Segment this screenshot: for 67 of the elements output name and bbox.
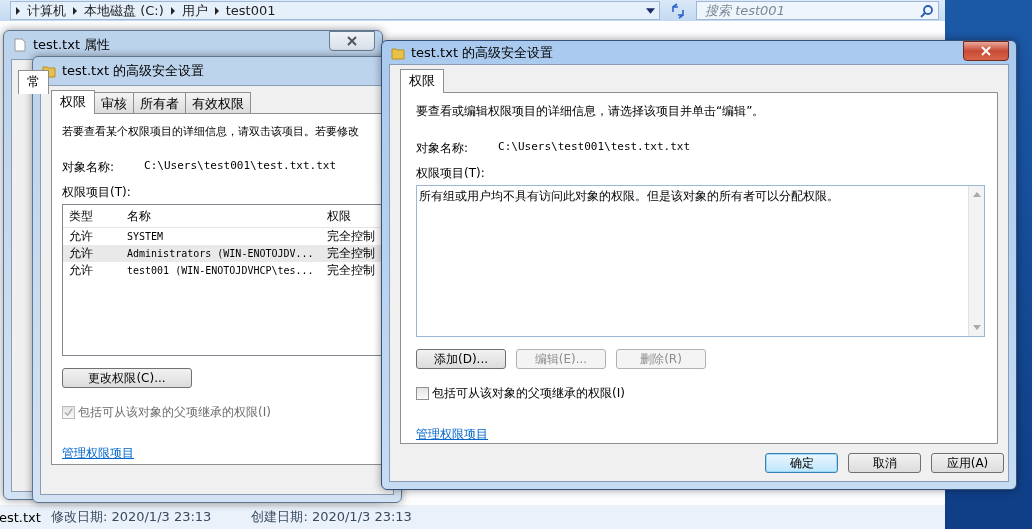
object-path: C:\Users\test001\test.txt.txt bbox=[498, 140, 691, 155]
chevron-icon bbox=[15, 6, 21, 15]
tab[interactable]: 所有者 bbox=[133, 92, 186, 113]
created-date: 创建日期: 2020/1/3 23:13 bbox=[251, 508, 412, 526]
object-path: C:\Users\test001\test.txt.txt bbox=[144, 159, 337, 174]
chevron-icon bbox=[213, 6, 220, 15]
object-name-label: 对象名称: bbox=[416, 140, 469, 157]
table-cell-text: Administrators (WIN-ENOTOJDV... bbox=[127, 248, 315, 259]
table-cell-text: 允许 bbox=[68, 262, 94, 279]
dropdown-icon[interactable] bbox=[646, 7, 655, 14]
refresh-icon[interactable] bbox=[670, 2, 686, 19]
manage-entries-link[interactable]: 管理权限项目 bbox=[416, 426, 985, 443]
tab[interactable]: 权限 bbox=[400, 69, 444, 93]
table-cell-text: SYSTEM bbox=[127, 231, 165, 242]
table-cell: 完全控制 bbox=[327, 228, 375, 245]
entries-label: 权限项目(T): bbox=[62, 184, 131, 201]
close-button[interactable] bbox=[329, 31, 375, 51]
table-cell: 完全控制 bbox=[327, 245, 375, 262]
document-icon bbox=[13, 38, 27, 52]
window-title: test.txt 的高级安全设置 bbox=[62, 62, 205, 80]
column-header[interactable]: 权限 bbox=[327, 207, 351, 225]
tab[interactable]: 有效权限 bbox=[185, 92, 251, 113]
modified-date: 修改日期: 2020/1/3 23:13 bbox=[50, 508, 212, 526]
description-text: 若要查看某个权限项目的详细信息，请双击该项目。若要修改 bbox=[62, 124, 359, 139]
object-name-label: 对象名称: bbox=[62, 159, 115, 176]
dialog-button[interactable]: 取消 bbox=[848, 453, 921, 473]
search-icon bbox=[920, 3, 934, 18]
table-cell-text: 允许 bbox=[68, 228, 94, 245]
scroll-up-icon[interactable] bbox=[972, 192, 981, 197]
breadcrumb-item[interactable]: 计算机 bbox=[27, 1, 66, 20]
table-cell-text: 允许 bbox=[68, 245, 94, 262]
tab[interactable]: 权限 bbox=[51, 90, 95, 114]
folder-icon bbox=[391, 45, 405, 60]
breadcrumb-item[interactable]: 用户 bbox=[181, 1, 208, 20]
search-field[interactable]: 搜索 test001 bbox=[696, 1, 939, 20]
chevron-icon bbox=[72, 6, 78, 15]
scroll-down-icon[interactable] bbox=[972, 325, 981, 330]
change-permissions-button[interactable]: 更改权限(C)... bbox=[62, 368, 192, 388]
scrollbar[interactable] bbox=[968, 186, 984, 336]
address-bar[interactable]: 计算机 本地磁盘 (C:) 用户 test001 bbox=[10, 1, 660, 20]
folder-icon bbox=[42, 64, 56, 78]
list-action-button[interactable]: 添加(D)... bbox=[416, 349, 506, 369]
breadcrumb-item[interactable]: test001 bbox=[225, 3, 276, 18]
table-cell: 完全控制 bbox=[327, 262, 375, 279]
window-title: test.txt 的高级安全设置 bbox=[411, 43, 554, 62]
close-icon bbox=[347, 36, 357, 46]
manage-entries-link[interactable]: 管理权限项目 bbox=[62, 445, 134, 462]
checkbox-label: 包括可从该对象的父项继承的权限(I) bbox=[78, 404, 271, 421]
column-header[interactable]: 类型 bbox=[63, 207, 127, 225]
description-text: 要查看或编辑权限项目的详细信息，请选择该项目并单击“编辑”。 bbox=[416, 103, 766, 120]
breadcrumb-item[interactable]: 本地磁盘 (C:) bbox=[84, 1, 164, 20]
dialog-button[interactable]: 应用(A) bbox=[931, 453, 1004, 473]
checkbox[interactable] bbox=[416, 387, 429, 400]
tab[interactable]: 审核 bbox=[94, 92, 134, 113]
dialog-button[interactable]: 确定 bbox=[765, 453, 838, 473]
search-input[interactable]: 搜索 test001 bbox=[703, 2, 920, 19]
empty-list-message: 所有组或用户均不具有访问此对象的权限。但是该对象的所有者可以分配权限。 bbox=[418, 188, 840, 205]
table-cell-text: test001 (WIN-ENOTOJDVHCP\tes... bbox=[127, 265, 315, 276]
column-header[interactable]: 名称 bbox=[127, 207, 327, 225]
file-name: est.txt bbox=[0, 509, 41, 525]
close-icon bbox=[981, 46, 991, 56]
entries-label: 权限项目(T): bbox=[416, 165, 486, 182]
window-title: test.txt 属性 bbox=[33, 36, 111, 54]
close-button[interactable] bbox=[963, 41, 1009, 61]
tab[interactable]: 常 bbox=[18, 70, 49, 94]
chevron-icon bbox=[169, 6, 176, 15]
checkbox-label: 包括可从该对象的父项继承的权限(I) bbox=[432, 385, 625, 402]
